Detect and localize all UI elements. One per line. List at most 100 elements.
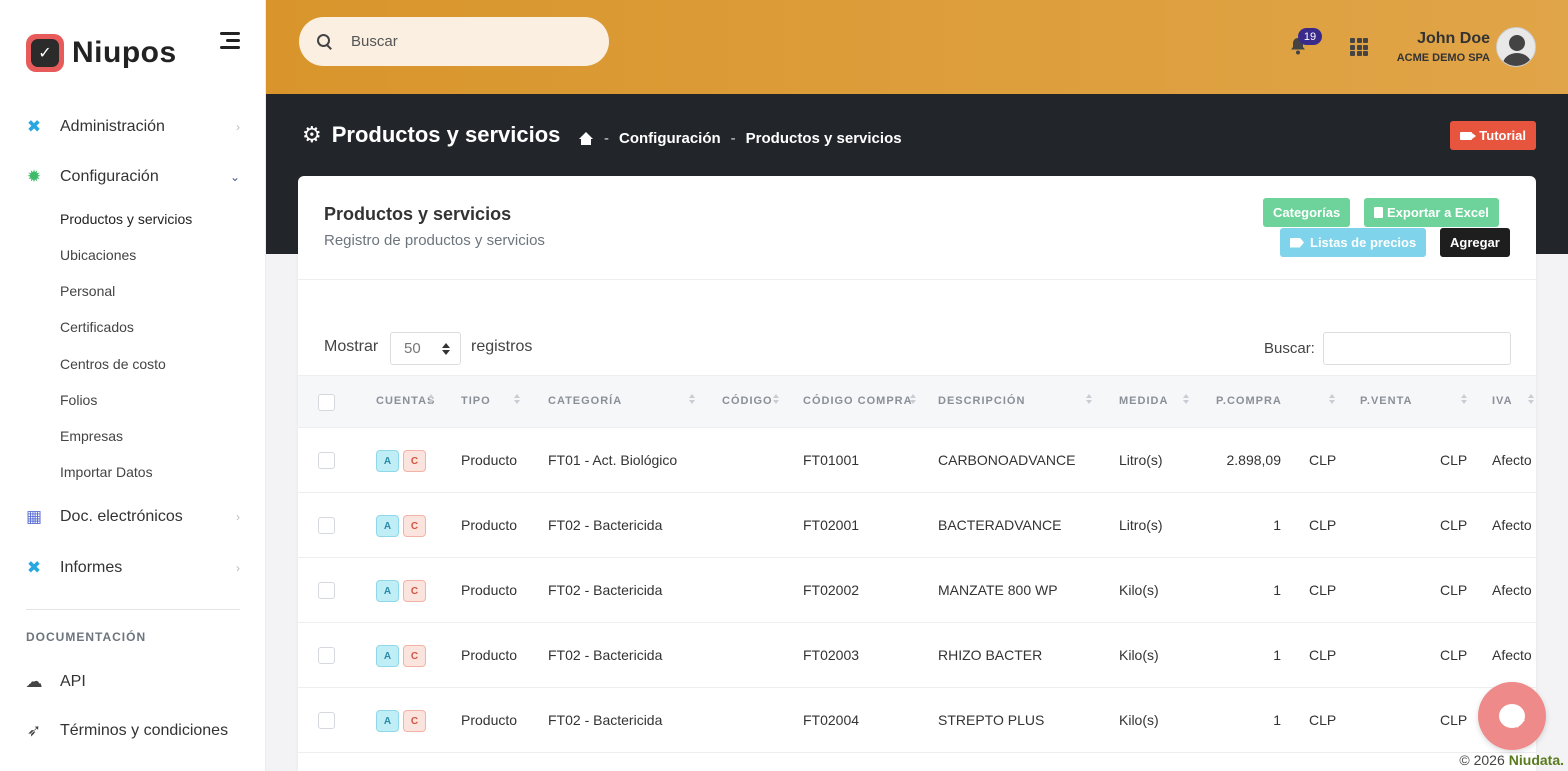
table-row[interactable]: A C Producto FT02 - Bactericida FT02003 … xyxy=(298,623,1536,688)
sidebar-item-configuracion[interactable]: ✹ Configuración ⌄ xyxy=(24,162,244,192)
column-descripcion[interactable]: DESCRIPCIÓN xyxy=(938,395,1025,407)
cell-moneda-compra: CLP xyxy=(1309,582,1337,598)
submenu-certificados[interactable]: Certificados xyxy=(60,319,134,335)
sidebar-item-doc-electronicos[interactable]: ▦ Doc. electrónicos › xyxy=(24,502,244,532)
sidebar-item-label: Configuración xyxy=(60,168,159,185)
home-icon[interactable] xyxy=(578,131,594,146)
card-divider xyxy=(298,279,1536,280)
submenu-centros-costo[interactable]: Centros de costo xyxy=(60,356,166,372)
breadcrumb-configuracion[interactable]: Configuración xyxy=(619,130,721,147)
cell-p-compra: 2.898,09 xyxy=(1226,452,1282,468)
cell-categoria: FT02 - Bactericida xyxy=(548,712,663,728)
submenu-ubicaciones[interactable]: Ubicaciones xyxy=(60,247,136,263)
account-badge-c[interactable]: C xyxy=(403,580,426,602)
cell-iva: Afecto xyxy=(1492,517,1532,533)
table-row[interactable]: A C Producto FT02 - Bactericida FT02002 … xyxy=(298,558,1536,623)
row-checkbox[interactable] xyxy=(318,517,335,534)
column-codigo[interactable]: CÓDIGO xyxy=(722,395,773,407)
account-badge-c[interactable]: C xyxy=(403,515,426,537)
cell-medida: Litro(s) xyxy=(1119,452,1163,468)
footer-company-link[interactable]: Niudata. xyxy=(1509,752,1564,768)
cell-moneda-compra: CLP xyxy=(1309,647,1337,663)
table-row[interactable]: A C Producto FT02 - Bactericida FT02001 … xyxy=(298,493,1536,558)
account-badge-c[interactable]: C xyxy=(403,710,426,732)
brand-logo-icon: ✓ xyxy=(26,34,64,72)
apps-grid-icon[interactable] xyxy=(1350,38,1368,56)
cell-tipo: Producto xyxy=(461,452,518,468)
row-checkbox[interactable] xyxy=(318,712,335,729)
account-badge-a[interactable]: A xyxy=(376,580,399,602)
avatar[interactable] xyxy=(1496,27,1536,67)
search-input[interactable] xyxy=(351,33,591,50)
account-badge-a[interactable]: A xyxy=(376,450,399,472)
chevron-right-icon: › xyxy=(236,120,240,134)
excel-file-icon xyxy=(1374,207,1383,218)
column-tipo[interactable]: TIPO xyxy=(461,395,491,407)
sidebar-item-administracion[interactable]: ✖ Administración › xyxy=(24,112,244,142)
column-medida[interactable]: MEDIDA xyxy=(1119,395,1168,407)
sidebar-item-terminos[interactable]: ➶ Términos y condiciones xyxy=(24,716,244,746)
account-badge-c[interactable]: C xyxy=(403,450,426,472)
cell-codigo-compra: FT01001 xyxy=(803,452,860,468)
table-filter-input[interactable] xyxy=(1323,332,1511,365)
user-name[interactable]: John Doe xyxy=(1417,30,1490,48)
chat-bubble-icon[interactable] xyxy=(1478,682,1546,750)
export-excel-button[interactable]: Exportar a Excel xyxy=(1364,198,1499,227)
video-camera-icon xyxy=(1460,131,1477,140)
tutorial-button[interactable]: Tutorial xyxy=(1450,121,1536,150)
account-badge-a[interactable]: A xyxy=(376,515,399,537)
cell-p-compra: 1 xyxy=(1273,582,1281,598)
cell-descripcion: STREPTO PLUS xyxy=(938,712,1045,728)
sidebar-divider xyxy=(26,609,240,610)
select-all-checkbox[interactable] xyxy=(318,394,335,411)
row-checkbox[interactable] xyxy=(318,582,335,599)
row-checkbox[interactable] xyxy=(318,452,335,469)
cell-categoria: FT01 - Act. Biológico xyxy=(548,452,678,468)
page-title: ⚙ Productos y servicios xyxy=(302,122,561,147)
cell-codigo-compra: FT02002 xyxy=(803,582,860,598)
categories-button[interactable]: Categorías xyxy=(1263,198,1351,227)
table-header: CUENTAS TIPO CATEGORÍA CÓDIGO CÓDIGO COM… xyxy=(298,375,1536,428)
account-badge-c[interactable]: C xyxy=(403,645,426,667)
tags-icon xyxy=(1290,237,1304,248)
brand[interactable]: ✓ Niupos xyxy=(26,34,177,72)
submenu-empresas[interactable]: Empresas xyxy=(60,428,123,444)
account-badge-a[interactable]: A xyxy=(376,710,399,732)
add-button[interactable]: Agregar xyxy=(1440,228,1510,257)
global-search[interactable] xyxy=(299,17,609,66)
show-label: Mostrar xyxy=(324,338,379,355)
cell-medida: Kilo(s) xyxy=(1119,712,1159,728)
table-row[interactable]: A C Producto FT02 - Bactericida FT02004 … xyxy=(298,688,1536,753)
submenu-importar-datos[interactable]: Importar Datos xyxy=(60,464,153,480)
menu-toggle-icon[interactable] xyxy=(220,32,242,50)
records-label: registros xyxy=(471,338,533,355)
cell-p-compra: 1 xyxy=(1273,647,1281,663)
submenu-personal[interactable]: Personal xyxy=(60,283,115,299)
gear-icon: ⚙ xyxy=(302,122,322,147)
gear-icon: ✹ xyxy=(26,167,42,186)
cell-moneda-venta: CLP xyxy=(1440,517,1468,533)
page-length-select[interactable]: 50 xyxy=(390,332,461,365)
sort-icon xyxy=(773,394,779,406)
sidebar-item-api[interactable]: ☁ API xyxy=(24,667,244,697)
account-badge-a[interactable]: A xyxy=(376,645,399,667)
column-cuentas[interactable]: CUENTAS xyxy=(376,395,435,407)
column-p-venta[interactable]: P.VENTA xyxy=(1360,395,1412,407)
price-lists-button[interactable]: Listas de precios xyxy=(1280,228,1427,257)
cell-moneda-compra: CLP xyxy=(1309,452,1337,468)
column-iva[interactable]: IVA xyxy=(1492,395,1513,407)
cell-tipo: Producto xyxy=(461,517,518,533)
submenu-folios[interactable]: Folios xyxy=(60,392,97,408)
brand-name: Niupos xyxy=(72,36,177,69)
submenu-productos-servicios[interactable]: Productos y servicios xyxy=(60,211,192,227)
table-row[interactable]: A C Producto FT01 - Act. Biológico FT010… xyxy=(298,428,1536,493)
column-categoria[interactable]: CATEGORÍA xyxy=(548,395,622,407)
sidebar-item-informes[interactable]: ✖ Informes › xyxy=(24,553,244,583)
column-codigo-compra[interactable]: CÓDIGO COMPRA xyxy=(803,395,913,407)
column-p-compra[interactable]: P.COMPRA xyxy=(1216,395,1282,407)
row-checkbox[interactable] xyxy=(318,647,335,664)
breadcrumb: - Configuración - Productos y servicios xyxy=(578,130,902,147)
sort-icon xyxy=(1329,394,1335,406)
search-icon xyxy=(317,33,333,50)
notification-count-badge: 19 xyxy=(1298,28,1322,45)
